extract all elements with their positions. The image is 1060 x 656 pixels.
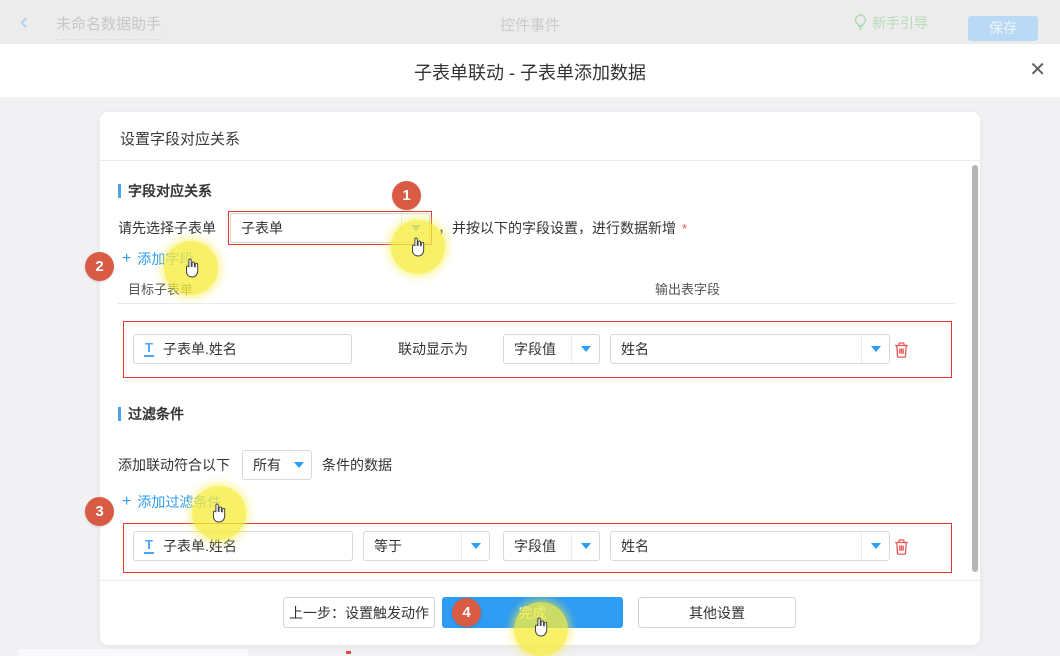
background-page-edge [18, 649, 248, 656]
section-bar [118, 184, 121, 198]
document-title[interactable]: 未命名数据助手 [56, 13, 161, 40]
delete-mapping-row-icon[interactable] [893, 341, 910, 359]
mapping-field-input[interactable]: T 子表单.姓名 [133, 334, 352, 364]
column-header-output: 输出表字段 [655, 279, 720, 298]
filter-value-select[interactable]: 姓名 [610, 531, 890, 561]
plus-icon: + [122, 495, 131, 509]
beginner-guide-button[interactable]: 新手引导 [854, 13, 928, 33]
filter-prefix-label: 添加联动符合以下 [118, 450, 230, 480]
subform-select-prompt: 请先选择子表单 [118, 213, 216, 243]
chevron-down-icon[interactable] [571, 335, 599, 363]
topbar-center-title: 控件事件 [500, 14, 560, 35]
mapping-output-field-select[interactable]: 姓名 [610, 334, 890, 364]
after-select-text: ，并按以下的字段设置，进行数据新增* [438, 213, 687, 244]
divider [118, 303, 955, 304]
finish-button[interactable]: 完成 [442, 597, 623, 628]
section-bar [118, 407, 121, 421]
modal-body: 设置字段对应关系 字段对应关系 请先选择子表单 子表单 ，并按以下的字段设置，进… [0, 97, 1060, 656]
divider [100, 580, 980, 581]
chevron-down-icon[interactable] [861, 532, 889, 560]
other-settings-button[interactable]: 其他设置 [638, 597, 796, 628]
section-field-mapping-title: 字段对应关系 [118, 181, 212, 201]
save-button[interactable]: 保存 [968, 16, 1038, 41]
divider [100, 160, 980, 161]
plus-icon: + [122, 252, 131, 266]
filter-operator-select[interactable]: 等于 [363, 531, 490, 561]
mapping-middle-label: 联动显示为 [398, 334, 468, 364]
filter-suffix-label: 条件的数据 [322, 450, 392, 480]
settings-panel: 设置字段对应关系 字段对应关系 请先选择子表单 子表单 ，并按以下的字段设置，进… [100, 112, 980, 645]
guide-label: 新手引导 [872, 13, 928, 33]
filter-value-type-select[interactable]: 字段值 [503, 531, 600, 561]
chevron-down-icon[interactable] [861, 335, 889, 363]
close-icon[interactable]: ✕ [1029, 58, 1046, 82]
chevron-down-icon[interactable] [461, 532, 489, 560]
delete-filter-row-icon[interactable] [893, 538, 910, 556]
text-field-icon: T [144, 341, 154, 357]
required-asterisk: * [682, 221, 687, 236]
prev-step-button[interactable]: 上一步：设置触发动作 [283, 597, 435, 628]
filter-match-select[interactable]: 所有 [242, 450, 312, 480]
modal-titlebar: 子表单联动 - 子表单添加数据 ✕ [0, 44, 1060, 98]
modal-title: 子表单联动 - 子表单添加数据 [0, 59, 1060, 85]
subform-select[interactable]: 子表单 [230, 213, 430, 243]
chevron-down-icon[interactable] [287, 451, 311, 479]
lightbulb-icon [854, 14, 867, 33]
chevron-down-icon[interactable] [401, 214, 429, 242]
column-header-target: 目标子表单 [128, 279, 193, 298]
add-filter-link[interactable]: + 添加过滤条件 [122, 492, 221, 512]
background-page-edge [346, 651, 351, 654]
back-icon[interactable]: ‹ [20, 8, 28, 36]
text-field-icon: T [144, 538, 154, 554]
add-field-link[interactable]: + 添加字段 [122, 249, 193, 269]
mapping-value-type-select[interactable]: 字段值 [503, 334, 600, 364]
chevron-down-icon[interactable] [571, 532, 599, 560]
app-topbar: ‹ 未命名数据助手 控件事件 新手引导 保存 [0, 0, 1060, 45]
section-filter-title: 过滤条件 [118, 404, 184, 424]
filter-field-input[interactable]: T 子表单.姓名 [133, 531, 353, 561]
scrollbar-thumb[interactable] [972, 165, 978, 572]
panel-header: 设置字段对应关系 [120, 128, 240, 149]
